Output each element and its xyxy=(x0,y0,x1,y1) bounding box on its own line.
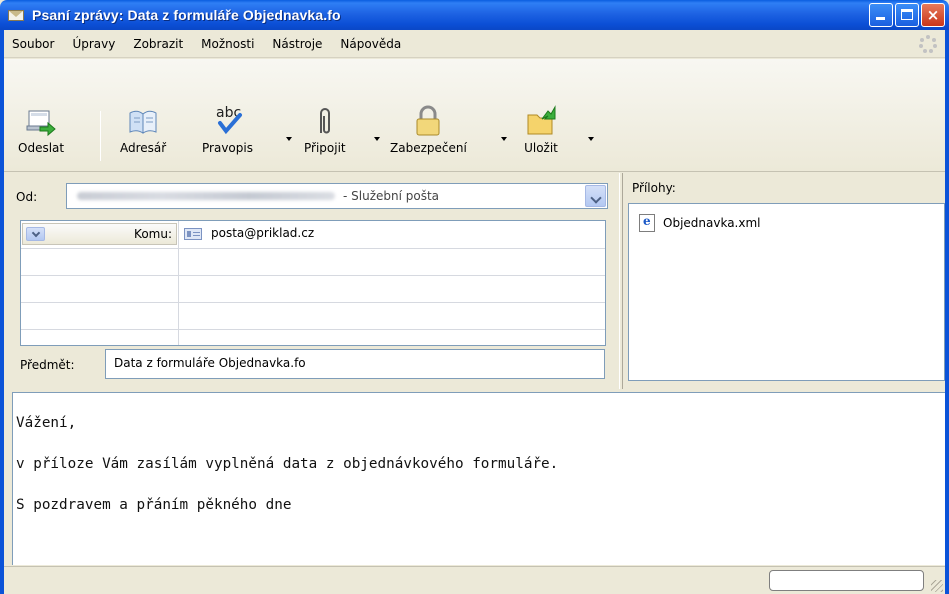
menu-napoveda[interactable]: Nápověda xyxy=(331,37,410,51)
send-label: Odeslat xyxy=(18,141,65,155)
menu-soubor[interactable]: Soubor xyxy=(4,37,63,51)
menu-moznosti[interactable]: Možnosti xyxy=(192,37,263,51)
toolbar: Odeslat Adresář abc Pravopis Připojit Za… xyxy=(4,59,945,172)
recipient-row-empty[interactable] xyxy=(21,303,605,330)
addressbook-label: Adresář xyxy=(120,141,167,155)
save-label: Uložit xyxy=(524,141,558,155)
recipient-type-select[interactable]: Komu: xyxy=(22,223,177,245)
lock-icon xyxy=(411,105,445,137)
from-select[interactable]: - Služební pošta xyxy=(66,183,608,209)
from-dropdown-icon[interactable] xyxy=(585,185,606,207)
recipient-grid[interactable]: Komu: posta@priklad.cz xyxy=(20,220,606,346)
from-address-redacted xyxy=(77,192,335,200)
send-button[interactable]: Odeslat xyxy=(18,105,64,155)
attach-button[interactable]: Připojit xyxy=(304,105,346,155)
attach-label: Připojit xyxy=(304,141,346,155)
status-bar xyxy=(4,566,945,594)
window-title: Psaní zprávy: Data z formuláře Objednavk… xyxy=(32,7,341,23)
addressbook-button[interactable]: Adresář xyxy=(120,105,166,155)
recipient-row-empty[interactable] xyxy=(21,276,605,303)
resize-grip-icon[interactable] xyxy=(931,580,943,592)
from-account: - Služební pošta xyxy=(343,189,440,203)
attachment-item[interactable]: Objednavka.xml xyxy=(639,214,761,232)
menu-bar: Soubor Úpravy Zobrazit Možnosti Nástroje… xyxy=(4,30,945,58)
recipient-type-label: Komu: xyxy=(134,227,172,241)
body-line: S pozdravem a přáním pěkného dne xyxy=(16,497,292,513)
save-dropdown-icon[interactable] xyxy=(588,137,594,141)
pane-splitter[interactable] xyxy=(619,173,623,389)
toolbar-separator xyxy=(100,111,101,161)
maximize-button[interactable] xyxy=(895,3,919,27)
body-line: Vážení, xyxy=(16,415,77,431)
minimize-button[interactable] xyxy=(869,3,893,27)
close-button[interactable]: × xyxy=(921,3,945,27)
subject-field[interactable]: Data z formuláře Objednavka.fo xyxy=(105,349,605,379)
minimize-icon xyxy=(876,17,885,20)
security-button[interactable]: Zabezpečení xyxy=(390,105,467,155)
attachments-label: Přílohy: xyxy=(632,181,676,195)
menu-upravy[interactable]: Úpravy xyxy=(63,37,124,51)
recipient-row-empty[interactable] xyxy=(21,249,605,276)
recipient-row[interactable]: Komu: posta@priklad.cz xyxy=(21,221,605,249)
contact-card-icon xyxy=(184,228,202,240)
send-icon xyxy=(24,105,58,137)
paperclip-icon xyxy=(308,105,342,137)
security-dropdown-icon[interactable] xyxy=(501,137,507,141)
spelling-label: Pravopis xyxy=(202,141,253,155)
addressbook-icon xyxy=(126,105,160,137)
title-bar[interactable]: Psaní zprávy: Data z formuláře Objednavk… xyxy=(0,0,949,30)
save-folder-icon xyxy=(524,105,558,137)
status-progress-box xyxy=(769,570,924,591)
attachment-name: Objednavka.xml xyxy=(663,216,761,230)
grid-column-divider xyxy=(178,221,179,345)
close-icon: × xyxy=(926,6,940,24)
attachments-list[interactable]: Objednavka.xml xyxy=(628,203,945,381)
spellcheck-icon: abc xyxy=(210,105,244,137)
spelling-dropdown-icon[interactable] xyxy=(286,137,292,141)
subject-label: Předmět: xyxy=(20,358,75,372)
security-label: Zabezpečení xyxy=(390,141,467,155)
save-button[interactable]: Uložit xyxy=(524,105,558,155)
recipient-address[interactable]: posta@priklad.cz xyxy=(211,226,314,240)
from-label: Od: xyxy=(16,190,38,204)
maximize-icon xyxy=(901,9,913,20)
window-frame-right xyxy=(945,30,949,594)
menu-nastroje[interactable]: Nástroje xyxy=(263,37,331,51)
xml-file-icon xyxy=(639,214,655,232)
spelling-button[interactable]: abc Pravopis xyxy=(202,105,253,155)
body-line: v příloze Vám zasílám vyplněná data z ob… xyxy=(16,456,559,472)
menu-zobrazit[interactable]: Zobrazit xyxy=(124,37,192,51)
window-controls: × xyxy=(869,3,945,27)
attach-dropdown-icon[interactable] xyxy=(374,137,380,141)
compose-mail-icon xyxy=(8,7,26,23)
message-body-editor[interactable]: Vážení, v příloze Vám zasílám vyplněná d… xyxy=(12,392,945,565)
recipient-type-dropdown-icon[interactable] xyxy=(26,227,45,241)
throbber-icon xyxy=(919,35,937,53)
